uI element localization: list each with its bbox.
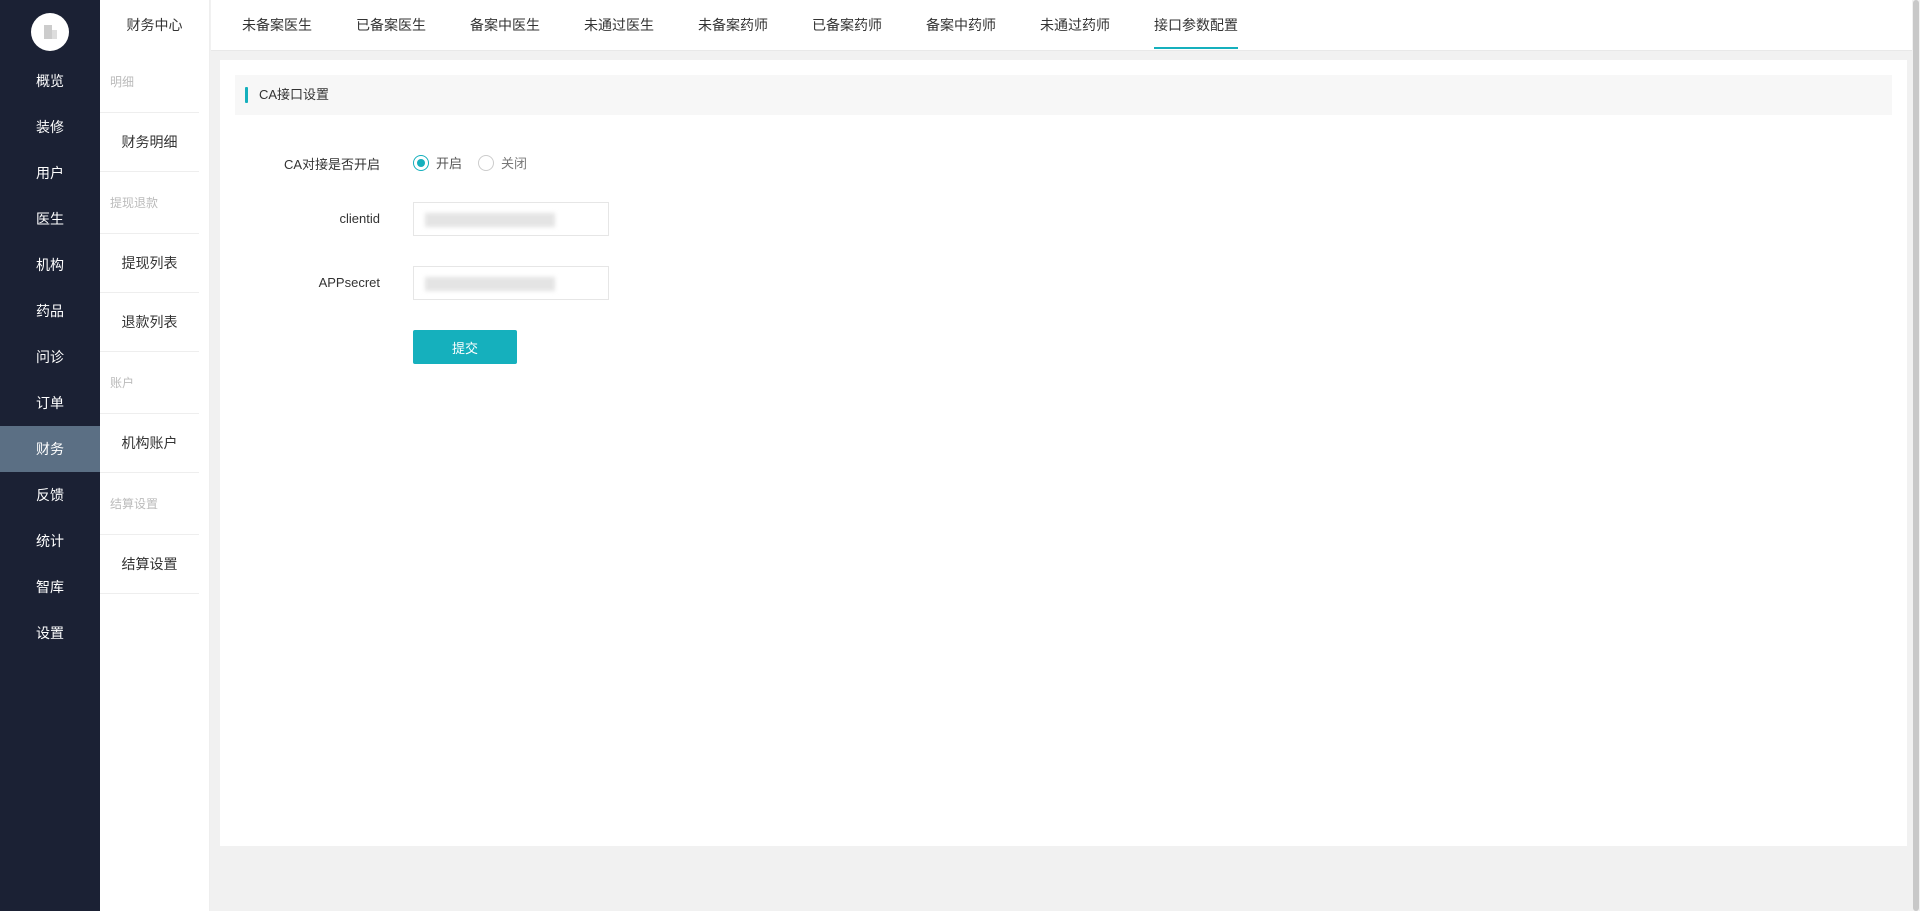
scrollbar-thumb[interactable] <box>1913 0 1919 911</box>
tab-filing-pharmacists[interactable]: 备案中药师 <box>926 0 996 51</box>
subnav-item-refund-list[interactable]: 退款列表 <box>100 293 199 352</box>
main-nav: 概览 装修 用户 医生 机构 药品 问诊 订单 财务 反馈 统计 智库 设置 <box>0 0 100 911</box>
nav-item-decoration[interactable]: 装修 <box>0 104 100 150</box>
subnav-group-withdraw: 提现退款 <box>100 172 199 234</box>
section-title: CA接口设置 <box>235 75 1892 115</box>
tab-unfiled-doctors[interactable]: 未备案医生 <box>242 0 312 51</box>
radio-off-label: 关闭 <box>501 156 528 171</box>
radio-option-off[interactable]: 关闭 <box>478 153 527 172</box>
building-icon <box>44 25 57 39</box>
radio-option-on[interactable]: 开启 <box>413 153 462 172</box>
tab-api-config[interactable]: 接口参数配置 <box>1154 0 1238 51</box>
appsecret-input[interactable] <box>413 266 609 300</box>
subnav-group-detail: 明细 <box>100 51 199 113</box>
tab-filed-pharmacists[interactable]: 已备案药师 <box>812 0 882 51</box>
scrollbar[interactable] <box>1912 0 1920 911</box>
top-tabs: 未备案医生 已备案医生 备案中医生 未通过医生 未备案药师 已备案药师 备案中药… <box>211 0 1920 51</box>
clientid-label: clientid <box>339 211 380 226</box>
avatar[interactable] <box>31 13 69 51</box>
subnav-item-finance-detail[interactable]: 财务明细 <box>100 113 199 172</box>
sub-sidebar: 财务中心 明细 财务明细 提现退款 提现列表 退款列表 账户 机构账户 结算设置… <box>100 0 210 911</box>
subnav-group-account: 账户 <box>100 352 199 414</box>
tab-filed-doctors[interactable]: 已备案医生 <box>356 0 426 51</box>
nav-item-users[interactable]: 用户 <box>0 150 100 196</box>
nav-item-finance[interactable]: 财务 <box>0 426 100 472</box>
tab-filing-doctors[interactable]: 备案中医生 <box>470 0 540 51</box>
nav-item-feedback[interactable]: 反馈 <box>0 472 100 518</box>
nav-list: 概览 装修 用户 医生 机构 药品 问诊 订单 财务 反馈 统计 智库 设置 <box>0 58 100 656</box>
radio-checked-icon[interactable] <box>413 154 429 171</box>
main-panel: CA接口设置 CA对接是否开启 开启 关闭 clientid APPsecret… <box>220 60 1907 846</box>
nav-item-knowledge[interactable]: 智库 <box>0 564 100 610</box>
tab-rejected-pharmacists[interactable]: 未通过药师 <box>1040 0 1110 51</box>
clientid-input[interactable] <box>413 202 609 236</box>
submit-button[interactable]: 提交 <box>413 330 517 364</box>
subnav-item-withdraw-list[interactable]: 提现列表 <box>100 234 199 293</box>
subnav-title: 财务中心 <box>126 17 183 33</box>
appsecret-label: APPsecret <box>318 275 380 290</box>
subnav-group-settle: 结算设置 <box>100 473 199 535</box>
subnav-item-settle-settings[interactable]: 结算设置 <box>100 535 199 594</box>
tab-rejected-doctors[interactable]: 未通过医生 <box>584 0 654 51</box>
nav-item-statistics[interactable]: 统计 <box>0 518 100 564</box>
nav-item-doctors[interactable]: 医生 <box>0 196 100 242</box>
nav-item-medicine[interactable]: 药品 <box>0 288 100 334</box>
nav-item-overview[interactable]: 概览 <box>0 58 100 104</box>
nav-item-consultation[interactable]: 问诊 <box>0 334 100 380</box>
tab-unfiled-pharmacists[interactable]: 未备案药师 <box>698 0 768 51</box>
nav-item-institutions[interactable]: 机构 <box>0 242 100 288</box>
subnav-item-org-account[interactable]: 机构账户 <box>100 414 199 473</box>
ca-enable-label: CA对接是否开启 <box>283 157 380 172</box>
nav-item-settings[interactable]: 设置 <box>0 610 100 656</box>
nav-item-orders[interactable]: 订单 <box>0 380 100 426</box>
radio-unchecked-icon[interactable] <box>478 154 494 171</box>
radio-on-label: 开启 <box>436 156 463 171</box>
